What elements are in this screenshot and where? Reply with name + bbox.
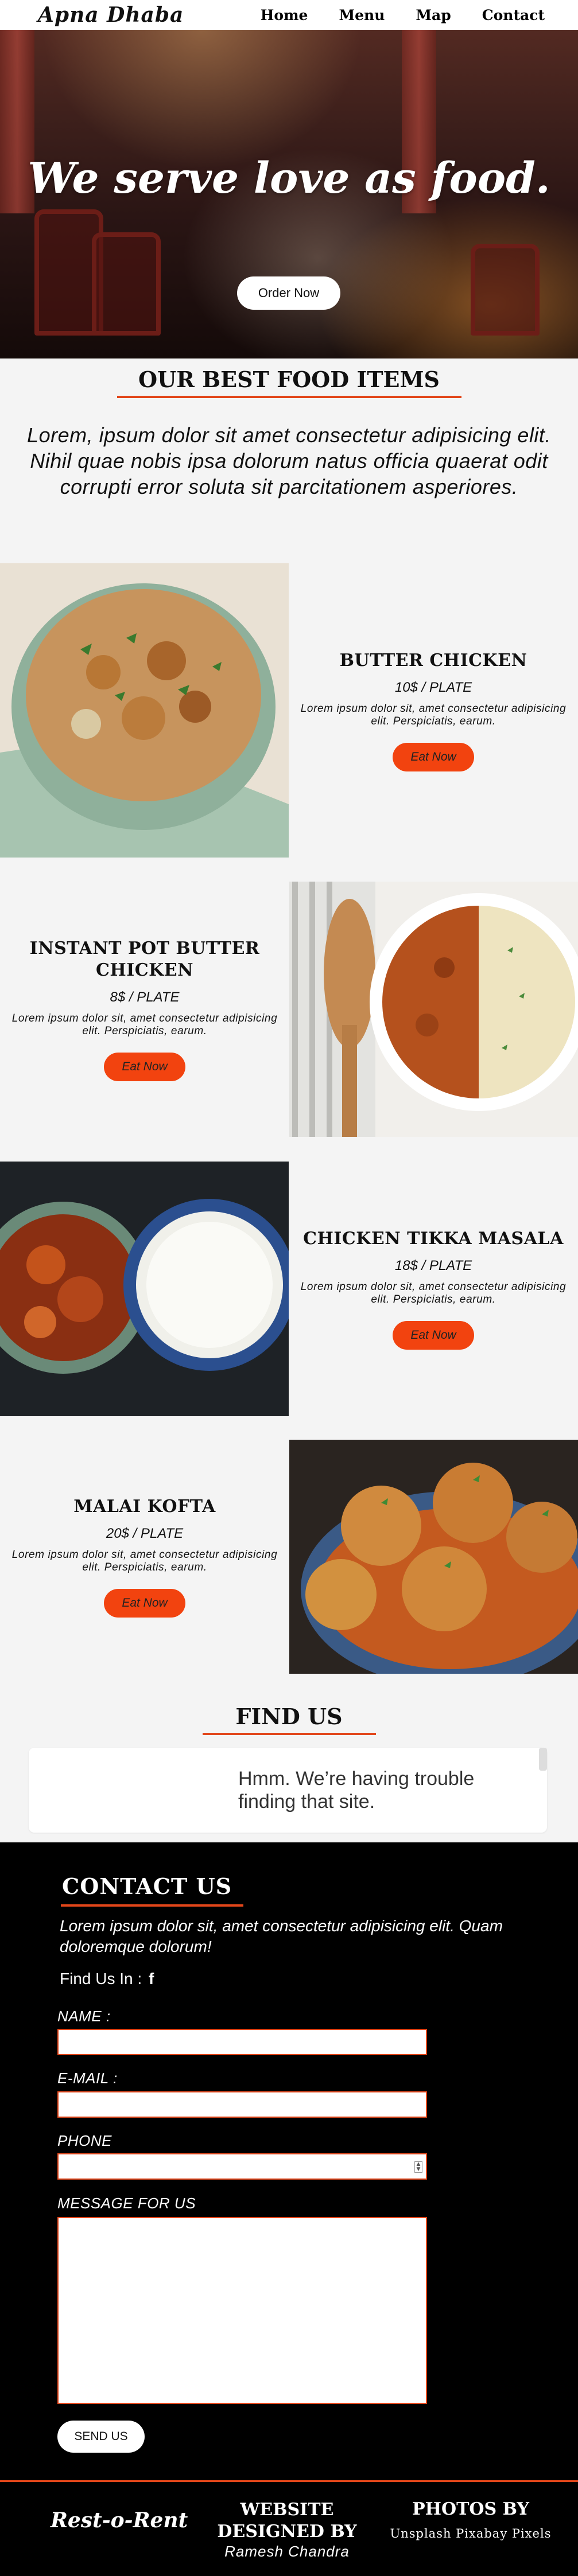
food-info: CHICKEN TIKKA MASALA 18$ / PLATE Lorem i… (289, 1162, 578, 1416)
name-label: NAME : (57, 2008, 111, 2025)
food-info: INSTANT POT BUTTER CHICKEN 8$ / PLATE Lo… (0, 882, 289, 1137)
food-description: Lorem ipsum dolor sit, amet consectetur … (11, 1549, 278, 1573)
food-price: 8$ / PLATE (110, 989, 180, 1005)
food-info: MALAI KOFTA 20$ / PLATE Lorem ipsum dolo… (0, 1440, 289, 1674)
footer: Rest-o-Rent WEBSITE DESIGNED BY Ramesh C… (0, 2480, 578, 2576)
food-name: MALAI KOFTA (73, 1497, 216, 1517)
find-us-in: Find Us In : f (60, 1970, 154, 1988)
food-item: CHICKEN TIKKA MASALA 18$ / PLATE Lorem i… (0, 1162, 578, 1416)
section-title: FIND US (235, 1704, 343, 1729)
hero-chair (471, 244, 540, 336)
hero-title: We serve love as food. (28, 154, 550, 203)
food-image (289, 1440, 578, 1674)
message-textarea[interactable] (57, 2217, 427, 2404)
food-name: CHICKEN TIKKA MASALA (303, 1229, 564, 1249)
food-price: 10$ / PLATE (394, 679, 472, 695)
best-food-section: OUR BEST FOOD ITEMS Lorem, ipsum dolor s… (0, 358, 578, 500)
find-us-section: FIND US (0, 1704, 578, 1735)
map-error-message: Hmm. We’re having trouble finding that s… (238, 1768, 475, 1813)
contact-title: CONTACT US (62, 1873, 232, 1899)
food-description: Lorem ipsum dolor sit, amet consectetur … (300, 702, 567, 727)
nav-contact[interactable]: Contact (482, 7, 545, 24)
phone-field[interactable]: ▲ ▼ (57, 2153, 427, 2180)
food-price: 18$ / PLATE (394, 1258, 472, 1273)
message-label: MESSAGE FOR US (57, 2195, 196, 2212)
nav-menu[interactable]: Menu (339, 7, 385, 24)
number-spinner[interactable]: ▲ ▼ (414, 2161, 422, 2173)
email-field[interactable] (57, 2091, 427, 2118)
contact-section: CONTACT US Lorem ipsum dolor sit, amet c… (0, 1842, 578, 2480)
find-us-in-label: Find Us In : (60, 1970, 142, 1987)
top-nav: Apna Dhaba Home Menu Map Contact (0, 0, 578, 30)
food-name: BUTTER CHICKEN (339, 650, 527, 671)
photos-by-heading: PHOTOS BY (412, 2499, 529, 2519)
phone-label: PHONE (57, 2132, 112, 2149)
food-name: INSTANT POT BUTTER CHICKEN (29, 938, 260, 980)
nav-map[interactable]: Map (416, 7, 451, 24)
nav-home[interactable]: Home (261, 7, 308, 24)
contact-text: Lorem ipsum dolor sit, amet consectetur … (60, 1917, 503, 1955)
food-image (0, 1162, 289, 1416)
food-item: MALAI KOFTA 20$ / PLATE Lorem ipsum dolo… (0, 1440, 578, 1674)
hero-banner: We serve love as food. Order Now (0, 0, 578, 358)
food-description: Lorem ipsum dolor sit, amet consectetur … (11, 1012, 278, 1037)
food-info: BUTTER CHICKEN 10$ / PLATE Lorem ipsum d… (289, 563, 578, 858)
food-description: Lorem ipsum dolor sit, amet consectetur … (300, 1281, 567, 1305)
facebook-icon[interactable]: f (149, 1970, 154, 1987)
food-price: 20$ / PLATE (106, 1526, 184, 1541)
send-button[interactable]: SEND US (57, 2421, 145, 2453)
photo-credits: Unsplash Pixabay Pixels (390, 2527, 552, 2540)
hero-chair (92, 232, 161, 336)
intro-text: Lorem, ipsum dolor sit amet consectetur … (27, 423, 551, 498)
order-now-button[interactable]: Order Now (237, 276, 340, 310)
map-embed[interactable]: Hmm. We’re having trouble finding that s… (29, 1748, 547, 1833)
eat-now-button[interactable]: Eat Now (393, 1321, 474, 1350)
eat-now-button[interactable]: Eat Now (104, 1052, 185, 1081)
designed-by-heading: WEBSITE DESIGNED BY (217, 2500, 357, 2542)
title-underline (202, 1733, 376, 1735)
nav-links: Home Menu Map Contact (261, 7, 545, 24)
brand-logo[interactable]: Apna Dhaba (38, 3, 184, 27)
name-field[interactable] (57, 2029, 427, 2055)
food-image (289, 882, 578, 1137)
map-scrollbar[interactable] (539, 1748, 547, 1771)
email-label: E-MAIL : (57, 2070, 118, 2087)
food-item: INSTANT POT BUTTER CHICKEN 8$ / PLATE Lo… (0, 882, 578, 1137)
food-item: BUTTER CHICKEN 10$ / PLATE Lorem ipsum d… (0, 563, 578, 858)
designer-name: Ramesh Chandra (224, 2543, 350, 2560)
eat-now-button[interactable]: Eat Now (104, 1589, 185, 1618)
footer-logo: Rest-o-Rent (51, 2508, 188, 2532)
section-title: OUR BEST FOOD ITEMS (138, 367, 440, 392)
eat-now-button[interactable]: Eat Now (393, 742, 474, 771)
food-image (0, 563, 289, 858)
title-underline (61, 1904, 243, 1907)
